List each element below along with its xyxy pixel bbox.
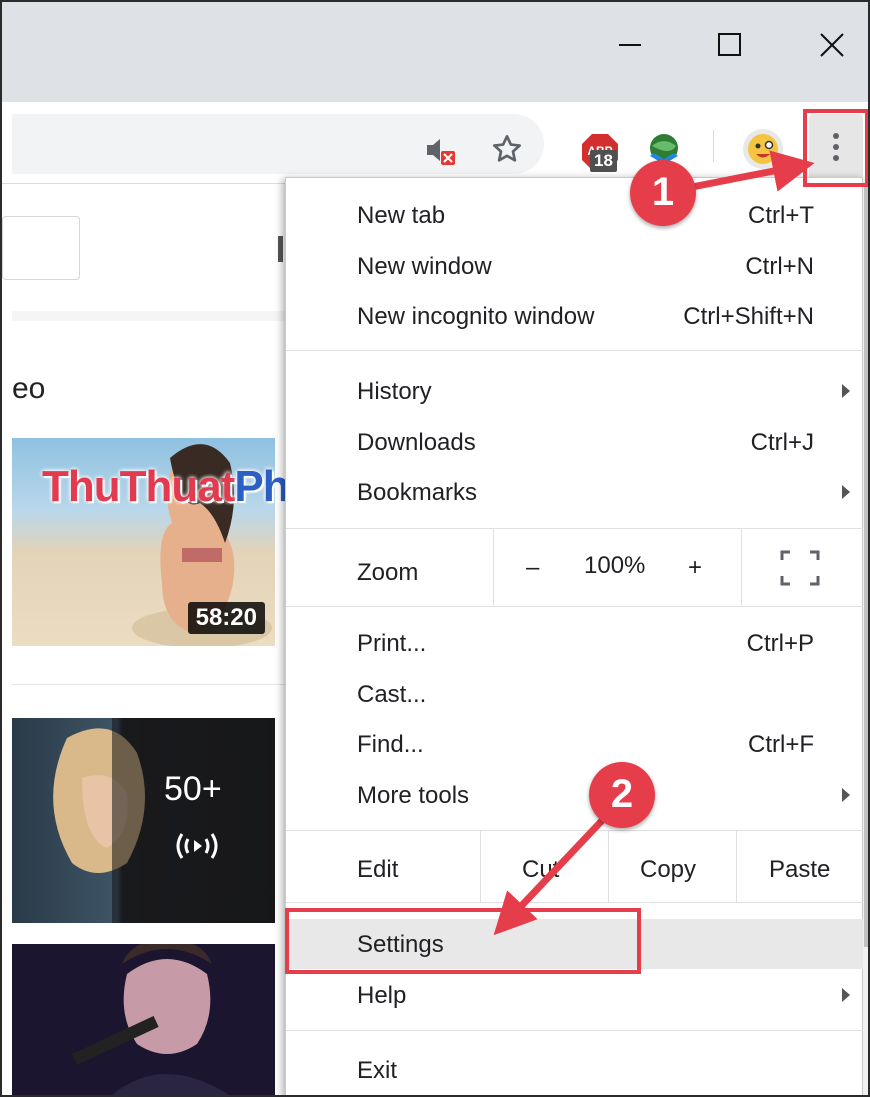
arrow-to-settings <box>493 807 615 936</box>
annotation-arrows <box>493 150 815 936</box>
step-badge: 2 <box>589 762 655 828</box>
browser-window: ABP 18 eo <box>0 0 870 1097</box>
step-badge: 1 <box>630 160 696 226</box>
arrow-to-menu-button <box>691 150 815 192</box>
